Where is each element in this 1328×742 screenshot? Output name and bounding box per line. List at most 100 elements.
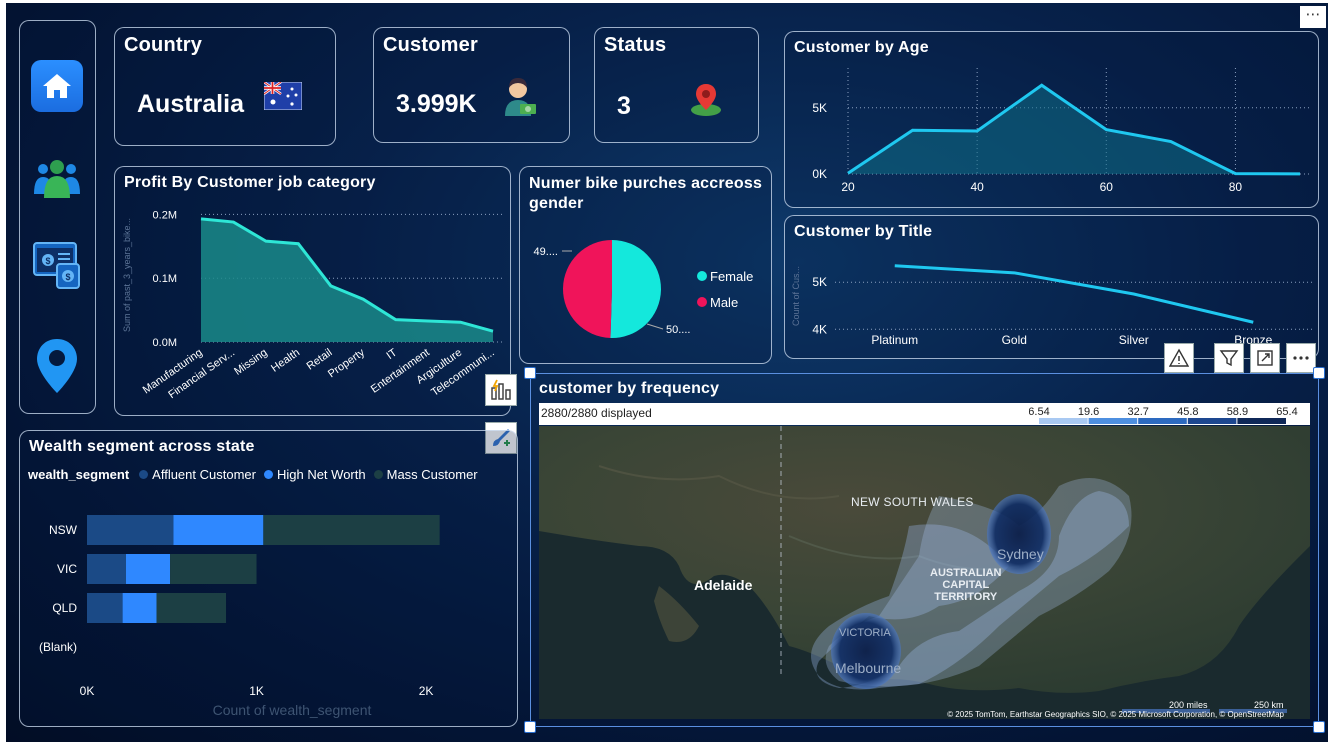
resize-handle-tl[interactable] xyxy=(524,367,536,379)
wealth-xlabel: Count of wealth_segment xyxy=(213,702,372,718)
nav-panel: $ $ xyxy=(19,20,96,414)
kpi-country-card: Country Australia xyxy=(114,27,336,146)
australia-flag-icon xyxy=(264,82,302,110)
age-xtick-label: 80 xyxy=(1229,180,1243,194)
profit-ytick-label: 0.1M xyxy=(153,273,177,285)
customer-by-title-card: Customer by Title 5K 4K Platinum Gold Silver… xyxy=(784,215,1319,359)
map-label-sydney: Sydney xyxy=(997,546,1044,562)
focus-mode-icon xyxy=(1257,350,1273,366)
map-displayed-count: 2880/2880 displayed xyxy=(541,406,652,420)
scale-tick-label: 32.7 xyxy=(1127,406,1148,418)
wealth-bar-segment xyxy=(156,593,227,623)
title-xtick-label: Silver xyxy=(1119,333,1149,347)
customer-by-age-chart: 5K 0K 20 40 60 80 xyxy=(812,68,1310,194)
profit-by-job-chart: 0.2M0.1M0.0MManufacturingFinancial Serv.… xyxy=(122,209,503,401)
scale-band xyxy=(1237,418,1286,424)
warning-icon xyxy=(1169,348,1189,367)
map-color-scale: 6.54 19.6 32.7 45.8 58.9 65.4 xyxy=(1029,406,1298,424)
profit-ytick-label: 0.2M xyxy=(153,209,177,221)
title-xtick-label: Gold xyxy=(1002,333,1027,347)
wealth-bar-segment xyxy=(87,515,174,545)
map-title: customer by frequency xyxy=(539,380,720,397)
scale-band xyxy=(1138,418,1187,424)
title-ytick-label: 4K xyxy=(812,322,827,336)
scale-tick-label: 19.6 xyxy=(1078,406,1099,418)
more-options-icon xyxy=(1293,356,1309,360)
map-pin-icon xyxy=(691,84,721,116)
scale-tick-label: 65.4 xyxy=(1276,406,1297,418)
pie-legend-female: Female xyxy=(710,269,753,284)
profit-xtick-label: Health xyxy=(269,347,302,375)
nav-users-button[interactable] xyxy=(31,152,83,204)
filter-button[interactable] xyxy=(1214,343,1244,373)
scale-band xyxy=(1187,418,1237,424)
pie-legend-dot-male xyxy=(697,297,707,307)
svg-text:$: $ xyxy=(45,256,50,266)
kpi-customer-card: Customer 3.999K xyxy=(373,27,570,143)
customer-avatar-icon xyxy=(505,78,536,116)
wealth-bar-segment xyxy=(170,554,257,584)
wealth-ytick-label: NSW xyxy=(49,523,78,537)
map-scale-km: 250 km xyxy=(1254,700,1284,710)
visual-toolbar xyxy=(1164,343,1316,373)
kpi-country-title: Country xyxy=(124,34,203,56)
map-label-melbourne: Melbourne xyxy=(835,660,902,676)
kpi-customer-title: Customer xyxy=(383,34,478,56)
age-ytick-label: 0K xyxy=(812,167,827,181)
nav-finance-button[interactable]: $ $ xyxy=(31,240,83,292)
wealth-bar-segment xyxy=(87,593,123,623)
customer-by-title-chart: 5K4KPlatinum Gold Silver BronzeCount of Cus… xyxy=(791,264,1313,347)
map-visual[interactable]: customer by frequency 2880/2880 displaye… xyxy=(530,373,1319,727)
profit-xtick-label: Missing xyxy=(232,347,269,378)
customer-by-age-card: Customer by Age 5K 0K 20 40 60 80 xyxy=(784,31,1319,208)
title-ytick-label: 5K xyxy=(812,275,827,289)
wealth-bar-segment xyxy=(263,515,440,545)
map-attribution: © 2025 TomTom, Earthstar Geographics SIO… xyxy=(947,710,1284,719)
map-scale-miles: 200 miles xyxy=(1169,700,1208,710)
pie-legend-male: Male xyxy=(710,295,738,310)
profit-by-job-card: Profit By Customer job category 0.2M 0.1M… xyxy=(114,166,511,416)
gender-pie-chart: 50.... 49.... Female Male xyxy=(534,240,753,338)
map-area[interactable]: NEW SOUTH WALES Adelaide AUSTRALIAN CAPI… xyxy=(539,426,1310,719)
wealth-bar-segment xyxy=(87,554,126,584)
more-options-button[interactable] xyxy=(1286,343,1316,373)
resize-handle-tr[interactable] xyxy=(1313,367,1325,379)
profit-ylabel: Sum of past_3_years_bike... xyxy=(122,218,132,332)
scale-band xyxy=(1088,418,1138,424)
focus-mode-button[interactable] xyxy=(1250,343,1280,373)
nav-location-button[interactable] xyxy=(31,336,83,396)
svg-text:$: $ xyxy=(65,272,70,282)
pie-leader-female xyxy=(646,323,664,330)
wealth-xtick-label: 1K xyxy=(249,684,264,698)
map-label-victoria: VICTORIA xyxy=(839,627,891,639)
map-terrain xyxy=(539,426,1310,719)
resize-handle-br[interactable] xyxy=(1313,721,1325,733)
report-canvas: ⋯ $ $ Country Australia Customer 3.999K … xyxy=(0,0,1328,742)
age-xtick-label: 20 xyxy=(841,180,855,194)
age-xtick-label: 40 xyxy=(970,180,984,194)
finance-screen-icon: $ $ xyxy=(33,242,80,289)
resize-handle-bl[interactable] xyxy=(524,721,536,733)
scale-band xyxy=(1039,418,1088,424)
kpi-country-value: Australia xyxy=(137,90,244,118)
wealth-bar-segment xyxy=(122,593,157,623)
quick-insights-button[interactable] xyxy=(485,374,517,406)
title-ylabel: Count of Cus... xyxy=(791,266,801,326)
nav-home-button[interactable] xyxy=(31,60,83,112)
profit-xtick-label: IT xyxy=(384,346,399,362)
map-header-strip: 2880/2880 displayed 6.54 19.6 32.7 45.8 58.9… xyxy=(539,403,1310,425)
page-more-options-button[interactable]: ⋯ xyxy=(1300,6,1326,28)
scale-tick-label: 58.9 xyxy=(1227,406,1248,418)
kpi-status-value: 3 xyxy=(617,92,631,120)
wealth-xtick-label: 0K xyxy=(80,684,95,698)
wealth-xtick-label: 2K xyxy=(419,684,434,698)
scale-tick-label: 6.54 xyxy=(1029,406,1050,418)
profit-ytick-label: 0.0M xyxy=(153,337,177,349)
pie-legend-dot-female xyxy=(697,271,707,281)
location-pin-icon xyxy=(37,339,77,393)
map-label-act: AUSTRALIAN CAPITAL TERRITORY xyxy=(930,567,1002,603)
age-xtick-label: 60 xyxy=(1100,180,1114,194)
gender-pie-card: Numer bike purches accreoss gender 50...… xyxy=(519,166,772,364)
warning-button[interactable] xyxy=(1164,343,1194,373)
profit-area xyxy=(201,218,493,342)
